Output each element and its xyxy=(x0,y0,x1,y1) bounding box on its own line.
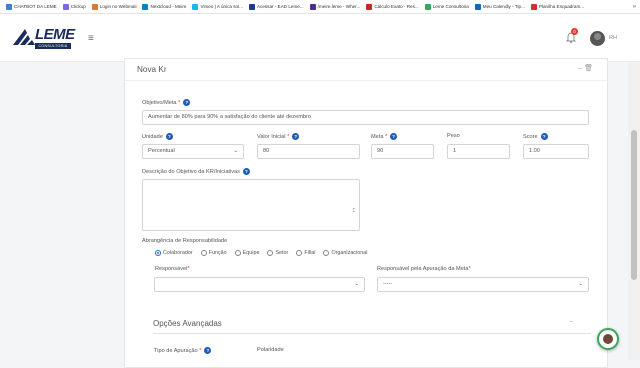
help-icon[interactable]: ? xyxy=(183,99,191,106)
section-divider xyxy=(153,333,591,334)
bookmark-label: /meire.leme - Wher... xyxy=(317,4,361,9)
panel-divider xyxy=(125,80,607,81)
logo-subtitle: CONSULTORIA xyxy=(35,43,71,49)
bookmark-label: Vimeo | A única sol... xyxy=(200,4,243,9)
help-icon[interactable]: ? xyxy=(242,168,250,175)
abrangencia-label: Abrangência de Responsabilidade xyxy=(142,238,228,244)
assistant-avatar-icon xyxy=(603,334,613,344)
radio-icon[interactable] xyxy=(200,250,207,256)
help-icon[interactable]: ? xyxy=(540,133,548,140)
radio-icon[interactable] xyxy=(234,250,241,256)
bookmark-favicon-icon xyxy=(474,3,481,10)
radio-icon[interactable] xyxy=(296,250,303,256)
radio-colaborador[interactable]: Colaborador xyxy=(155,250,193,256)
logo-mark-icon xyxy=(13,29,35,45)
unidade-label: Unidade? xyxy=(142,133,173,140)
bookmark-item[interactable]: Leme Consultoria xyxy=(424,3,469,10)
chevron-down-icon: ⌄ xyxy=(233,148,238,154)
help-icon[interactable]: ? xyxy=(165,133,173,140)
responsavel-apuracao-select[interactable]: ----- ⌄ xyxy=(377,277,589,292)
radio-setor[interactable]: Setor xyxy=(267,250,288,256)
chevron-down-icon: ⌄ xyxy=(578,281,583,287)
bookmarks-bar: CHATBOT DA LEME Clickup Login no Webmail Ne… xyxy=(0,0,640,14)
bookmark-favicon-icon xyxy=(62,3,69,10)
abrangencia-radio-group: Colaborador Função Equipe Setor Filial O… xyxy=(155,250,375,256)
radio-icon[interactable] xyxy=(323,250,330,256)
valor-inicial-input[interactable]: 80 xyxy=(257,144,360,159)
notification-badge: 0 xyxy=(571,28,578,35)
user-avatar[interactable] xyxy=(590,31,605,46)
bookmark-label: Nextcloud - Meire xyxy=(150,4,187,9)
objetivo-input[interactable]: Aumentar de 80% para 90% a satisfação do… xyxy=(142,110,589,125)
bookmark-favicon-icon xyxy=(192,3,199,10)
bookmark-item[interactable]: Clickup xyxy=(62,3,86,10)
app-header: LEME CONSULTORIA ≡ 0 RH xyxy=(0,14,640,62)
bookmark-favicon-icon xyxy=(142,3,149,10)
responsavel-label: Responsável* xyxy=(155,266,190,272)
bookmark-item[interactable]: Meu Calendly - Tip... xyxy=(474,3,525,10)
bookmark-label: Acessar - EAD Leme... xyxy=(256,4,304,9)
bookmark-favicon-icon xyxy=(91,3,98,10)
bookmark-label: Cálculo Exato - Res... xyxy=(374,4,419,9)
bookmarks-more-button[interactable]: » xyxy=(633,4,636,10)
bookmark-favicon-icon xyxy=(309,3,316,10)
bookmark-item[interactable]: Nextcloud - Meire xyxy=(142,3,187,10)
bookmark-label: Leme Consultoria xyxy=(432,4,469,9)
bookmark-item[interactable]: /meire.leme - Wher... xyxy=(309,3,361,10)
radio-selected-icon[interactable] xyxy=(155,250,161,256)
valor-inicial-label: Valor Inicial *? xyxy=(257,133,300,140)
bookmark-favicon-icon xyxy=(424,3,431,10)
logo-word: LEME xyxy=(35,26,75,43)
radio-funcao[interactable]: Função xyxy=(200,250,227,256)
radio-organizacional[interactable]: Organizacional xyxy=(323,250,367,256)
nova-kr-panel: Nova Kr – 🗑 Objetivo/Meta *? Aumentar de… xyxy=(124,58,608,368)
score-input[interactable]: 1.00 xyxy=(523,144,589,159)
chevron-down-icon: ⌄ xyxy=(354,281,359,287)
bookmark-item[interactable]: Cálculo Exato - Res... xyxy=(366,3,419,10)
score-label: Score? xyxy=(523,133,548,140)
leme-logo[interactable]: LEME CONSULTORIA xyxy=(13,25,75,51)
radio-equipe[interactable]: Equipe xyxy=(234,250,259,256)
menu-toggle-icon[interactable]: ≡ xyxy=(88,33,94,44)
polaridade-label: Polaridade xyxy=(257,347,284,353)
bookmark-favicon-icon xyxy=(248,3,255,10)
unidade-select[interactable]: Percentual ⌄ xyxy=(142,144,244,159)
radio-filial[interactable]: Filial xyxy=(296,250,315,256)
bookmark-label: CHATBOT DA LEME xyxy=(14,4,57,9)
bookmark-label: Planilha Enquadram... xyxy=(538,4,585,9)
collapse-toggle[interactable]: – xyxy=(569,318,573,325)
help-icon[interactable]: ? xyxy=(204,347,212,354)
bookmark-item[interactable]: Acessar - EAD Leme... xyxy=(248,3,304,10)
bookmark-item[interactable]: CHATBOT DA LEME xyxy=(6,3,57,10)
panel-actions[interactable]: – 🗑 xyxy=(578,64,593,72)
radio-icon[interactable] xyxy=(267,250,274,256)
chat-assistant-button[interactable] xyxy=(597,328,619,350)
text-cursor-icon: 𝙸 xyxy=(351,208,356,214)
user-initials[interactable]: RH xyxy=(609,35,617,41)
scrollbar-thumb[interactable] xyxy=(631,130,637,280)
opcoes-avancadas-title: Opções Avançadas xyxy=(153,319,222,328)
peso-label: Peso xyxy=(447,133,460,139)
bookmark-favicon-icon xyxy=(366,3,373,10)
tipo-apuracao-label: Tipo de Apuração *? xyxy=(154,347,212,354)
panel-title: Nova Kr xyxy=(137,65,167,74)
bookmark-label: Login no Webmail xyxy=(99,4,137,9)
peso-input[interactable]: 1 xyxy=(447,144,510,159)
bookmark-favicon-icon xyxy=(530,3,537,10)
help-icon[interactable]: ? xyxy=(390,133,398,140)
help-icon[interactable]: ? xyxy=(292,133,300,140)
bookmark-favicon-icon xyxy=(6,3,12,10)
bookmark-item[interactable]: Planilha Enquadram... xyxy=(530,3,585,10)
descricao-label: Descrição do Objetivo da KR/Iniciativas? xyxy=(142,168,250,175)
meta-input[interactable]: 90 xyxy=(371,144,434,159)
objetivo-label: Objetivo/Meta *? xyxy=(142,99,191,106)
responsavel-select[interactable]: ⌄ xyxy=(154,277,365,292)
bookmark-label: Clickup xyxy=(70,4,86,9)
descricao-textarea[interactable]: 𝙸 xyxy=(142,179,360,231)
bookmark-label: Meu Calendly - Tip... xyxy=(482,4,525,9)
meta-label: Meta *? xyxy=(371,133,398,140)
responsavel-apuracao-label: Responsável pela Apuração da Meta* xyxy=(377,266,471,272)
bookmark-item[interactable]: Vimeo | A única sol... xyxy=(192,3,243,10)
bookmark-item[interactable]: Login no Webmail xyxy=(91,3,137,10)
